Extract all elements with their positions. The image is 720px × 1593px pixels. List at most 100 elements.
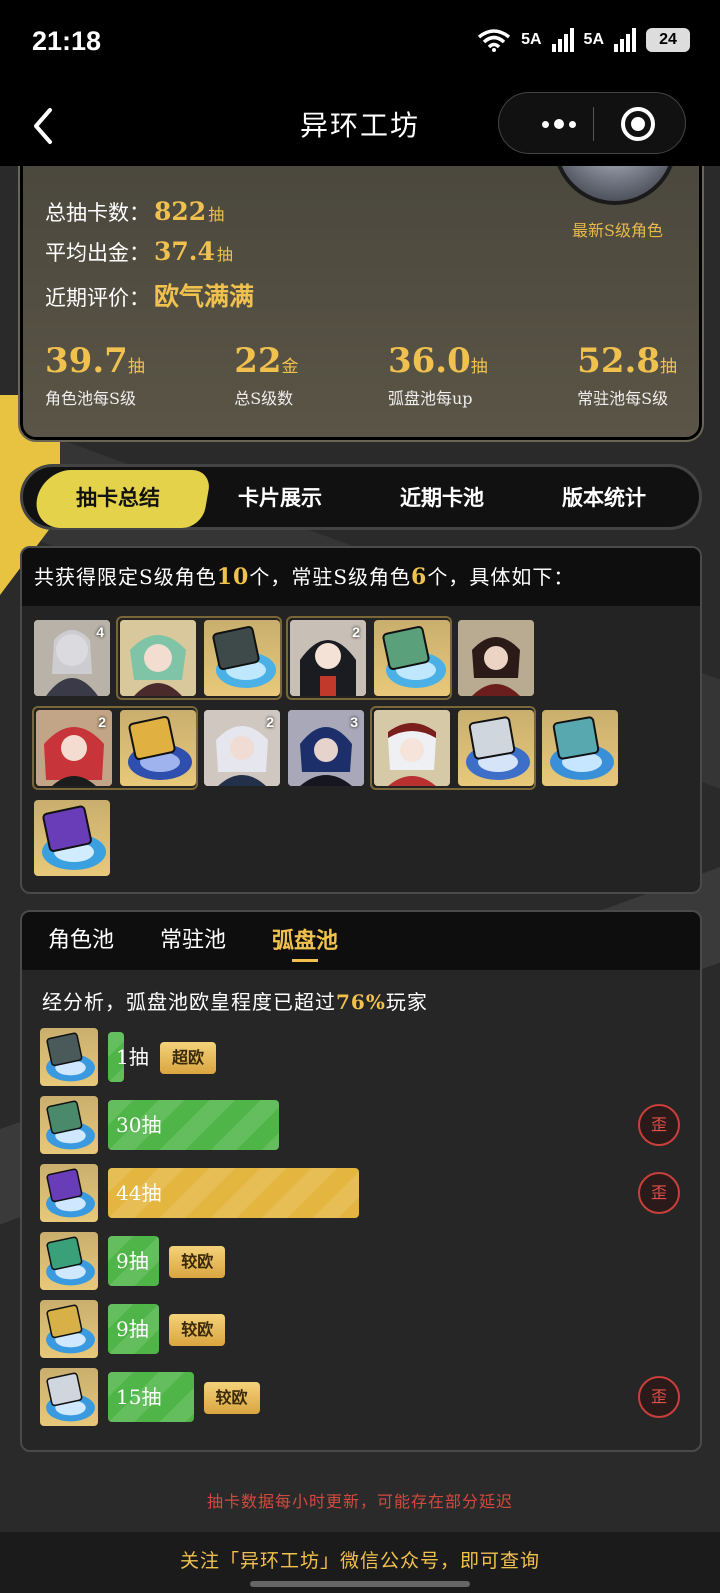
close-mini-program-icon[interactable] [621,107,655,141]
characters-header: 共获得限定S级角色10个，常驻S级角色6个，具体如下： [22,548,700,606]
character-tile[interactable] [120,620,196,696]
tile-count: 2 [98,714,106,730]
stat-total-s: 22金 总S级数 [234,341,298,409]
total-pulls-unit: 抽 [208,205,225,224]
stat-standard-pool: 52.8抽 常驻池每S级 [577,341,677,409]
pool-row: 1抽 超欧 [40,1028,680,1086]
capsule-divider [593,107,594,141]
arc-disc-icon [40,1300,98,1358]
pull-count-bar: 15抽 [108,1372,194,1422]
pool-row: 44抽 歪 [40,1164,680,1222]
rating-row: 近期评价： 欧气满满 [45,277,254,313]
stat-arc-pool: 36.0抽 弧盘池每up [388,341,488,409]
pool-row: 9抽 较欧 [40,1300,680,1358]
stat-unit: 金 [281,357,299,377]
stat-unit: 抽 [127,357,145,377]
arc-disc-icon [40,1368,98,1426]
tab-recent-pools[interactable]: 近期卡池 [361,467,523,529]
character-tile[interactable]: 4 [34,620,110,696]
luck-tag: 超欧 [160,1042,217,1074]
home-indicator [250,1581,470,1587]
off-banner-stamp: 歪 [638,1172,680,1214]
latest-s-caption: 最新S级角色 [572,221,663,240]
character-tile[interactable]: 2 [204,710,280,786]
off-banner-stamp: 歪 [638,1104,680,1146]
arc-disc-icon [128,715,192,780]
weapon-tile[interactable] [374,620,450,696]
weapon-tile[interactable] [542,710,618,786]
arc-disc-icon [382,625,446,688]
character-tile[interactable]: 2 [290,620,366,696]
mini-program-capsule [498,92,686,154]
arc-disc-icon [40,1232,98,1290]
weapon-tile[interactable] [204,620,280,696]
update-note: 抽卡数据每小时更新，可能存在部分延迟 [206,1492,513,1511]
character-portrait-icon [120,620,196,696]
wifi-icon [478,29,511,52]
limited-count: 10 [216,564,250,590]
luck-tag: 较欧 [203,1382,260,1414]
stat-value: 39.7 [45,341,128,381]
arc-disc-icon [212,625,276,688]
stat-char-pool: 39.7抽 角色池每S级 [45,341,145,409]
more-icon[interactable] [529,111,589,137]
avg-gold-value: 37.4 [154,237,215,266]
weapon-tile[interactable] [458,710,534,786]
pool-row: 30抽 歪 [40,1096,680,1154]
arc-disc-icon [40,1096,98,1154]
stat-label: 角色池每S级 [45,389,136,408]
character-tile[interactable]: 3 [288,710,364,786]
stat-label: 总S级数 [234,389,294,408]
characters-panel: 共获得限定S级角色10个，常驻S级角色6个，具体如下： 4 2 2 2 3 [20,546,702,894]
note-text: 玩家 [385,990,428,1014]
note-text: 经分析，弧盘池欧皇程度已超过 [42,990,336,1014]
header-text: 共获得限定S级角色 [34,565,217,589]
battery-icon: 24 [646,28,690,52]
pool-tab-character[interactable]: 角色池 [48,912,114,970]
arc-disc-icon [466,716,530,780]
total-pulls-row: 总抽卡数： 822 抽 [45,197,224,227]
weapon-tile[interactable] [34,800,110,876]
pool-analysis-note: 经分析，弧盘池欧皇程度已超过76%玩家 [42,986,428,1015]
arc-disc-icon [40,1164,98,1222]
total-pulls-label: 总抽卡数： [45,201,150,225]
pool-tabs: 角色池 常驻池 弧盘池 [22,912,700,970]
tab-summary[interactable]: 抽卡总结 [37,467,199,529]
note-percent: 76% [336,990,386,1014]
luck-tag: 较欧 [169,1246,226,1278]
signal-icon [614,28,636,52]
arc-disc-icon [42,805,106,870]
signal-label-2: 5A [583,31,604,48]
summary-card: 最新S级角色 总抽卡数： 822 抽 平均出金： 37.4 抽 近期评价： 欧气… [18,113,704,442]
rating-label: 近期评价： [45,286,150,310]
avg-gold-label: 平均出金： [45,241,150,265]
character-tile[interactable] [374,710,450,786]
pool-tab-standard[interactable]: 常驻池 [160,912,226,970]
signal-icon [551,28,574,52]
character-tile[interactable] [458,620,534,696]
avg-gold-unit: 抽 [216,245,233,264]
tab-cards[interactable]: 卡片展示 [199,467,361,529]
arc-disc-icon [40,1028,98,1086]
status-time: 21:18 [32,26,102,56]
big-stats: 39.7抽 角色池每S级 22金 总S级数 36.0抽 弧盘池每up 52.8抽… [45,341,677,409]
stat-value: 22 [234,341,282,381]
pull-count-bar: 1抽 [108,1032,149,1082]
bottom-bar: 关注「异环工坊」微信公众号，即可查询 [0,1532,720,1593]
pull-count-bar: 30抽 [108,1100,279,1150]
stat-value: 36.0 [387,341,471,381]
pull-count-bar: 9抽 [108,1304,160,1354]
status-bar: 21:18 5A 5A 24 [0,0,720,88]
stat-unit: 抽 [659,357,677,377]
stat-unit: 抽 [470,357,488,377]
weapon-tile[interactable] [120,710,196,786]
character-portrait-icon [374,710,450,786]
character-tile[interactable]: 2 [36,710,112,786]
main-tab-bar: 抽卡总结 卡片展示 近期卡池 版本统计 [20,464,702,530]
signal-label-1: 5A [521,31,542,48]
tab-version-stats[interactable]: 版本统计 [523,467,685,529]
pool-tab-arc-disc[interactable]: 弧盘池 [272,912,338,970]
pull-count-bar: 44抽 [108,1168,359,1218]
rating-value: 欧气满满 [154,282,255,311]
tile-count: 2 [266,714,274,730]
